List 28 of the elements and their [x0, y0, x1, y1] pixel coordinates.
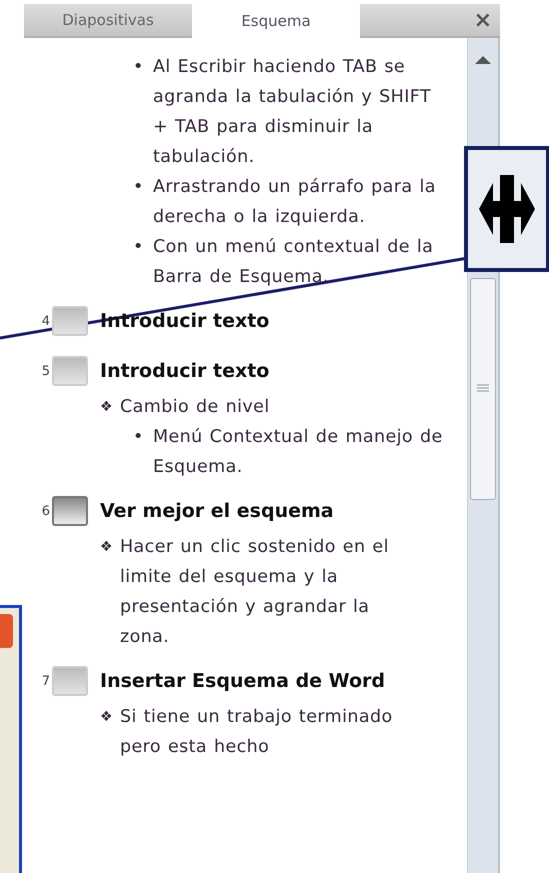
bullet-icon: ❖	[100, 702, 120, 762]
slide-number: 4	[40, 314, 50, 328]
slide-title: Insertar Esquema de Word	[100, 670, 385, 692]
outline-text: Con un menú contextual de la Barra de Esquema.	[153, 236, 434, 289]
slide-icon[interactable]	[52, 496, 88, 526]
slide-title: Ver mejor el esquema	[100, 500, 334, 522]
bullet-icon: •	[133, 422, 153, 482]
bullet-icon: •	[133, 172, 153, 232]
scroll-thumb[interactable]	[470, 278, 496, 500]
bullet-icon: •	[133, 52, 153, 172]
pane-tab[interactable]: Diapositivas	[24, 4, 192, 38]
outline-text: Menú Contextual de manejo de Esquema.	[153, 426, 444, 479]
outline-text: Hacer un clic sostenido en el limite del esquema y la presentación y agrandar la zona.	[120, 536, 390, 649]
bullet-icon: ❖	[100, 392, 120, 422]
scroll-up-icon[interactable]	[475, 56, 491, 64]
slide-number: 7	[40, 674, 50, 688]
slide-number: 5	[40, 364, 50, 378]
grip-icon	[477, 384, 489, 394]
close-button[interactable]: ×	[466, 8, 500, 32]
outline-text: Arrastrando un párrafo para la derecha o la izquierda.	[153, 176, 437, 229]
bullet-icon: •	[133, 232, 153, 292]
slide-number: 6	[40, 504, 50, 518]
outline-text: Si tiene un trabajo terminado pero esta hecho	[120, 706, 394, 759]
outline-text: Al Escribir haciendo TAB se agranda la tabulación y SHIFT + TAB para disminuir la tabulación.	[153, 56, 432, 169]
bullet-icon: ❖	[100, 532, 120, 652]
outline-text: Cambio de nivel	[120, 396, 271, 419]
slide-title: Introducir texto	[100, 360, 270, 382]
slide-title: Introducir texto	[100, 310, 270, 332]
